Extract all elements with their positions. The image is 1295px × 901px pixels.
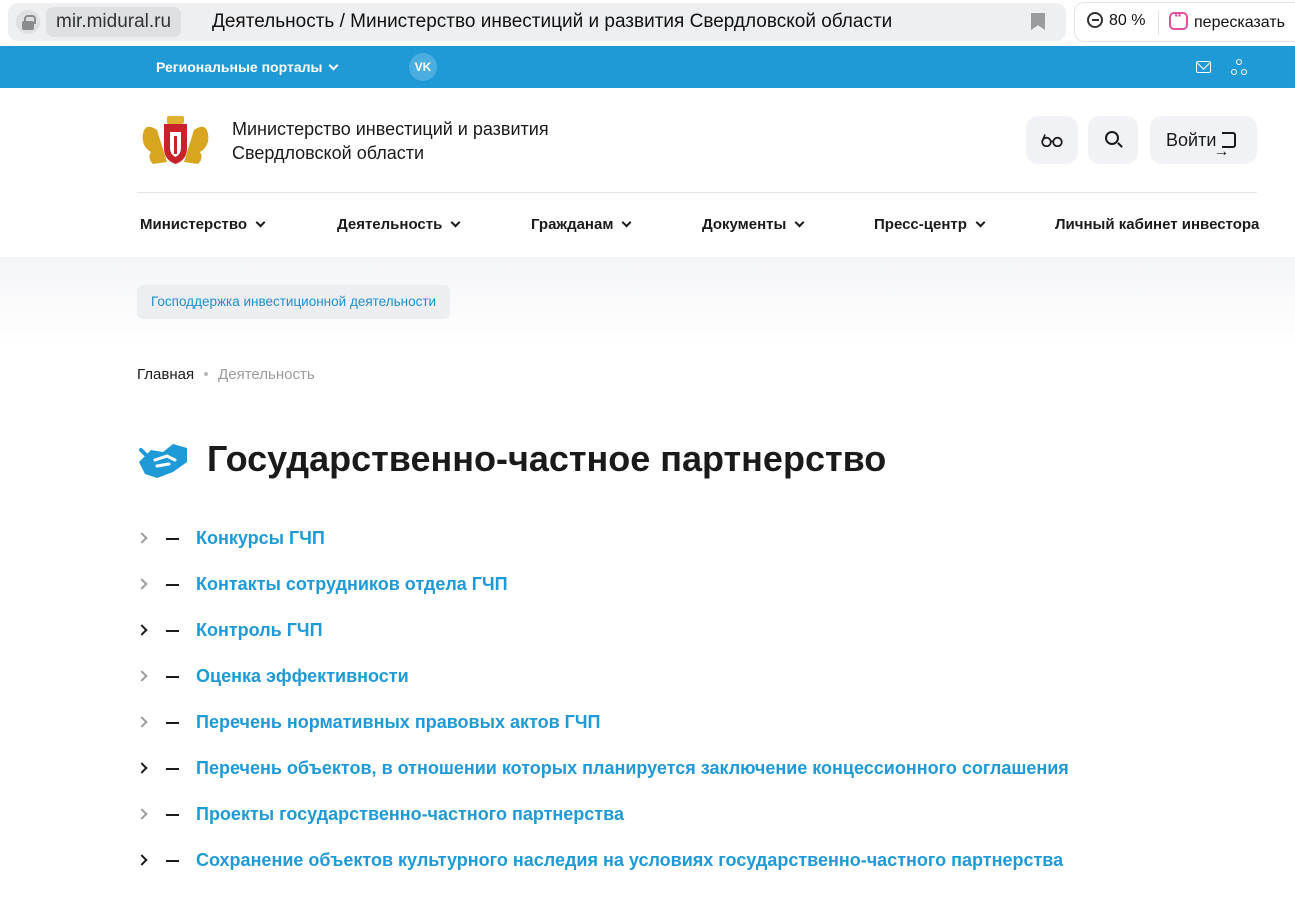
dash (166, 860, 179, 862)
coat-of-arms-logo[interactable] (137, 112, 214, 168)
page-title: Государственно-частное партнерство (207, 438, 887, 479)
list-item-link[interactable]: Перечень нормативных правовых актов ГЧП (196, 712, 600, 733)
chevron-down-icon (329, 60, 339, 71)
nav-activity[interactable]: Деятельность (337, 216, 461, 233)
browser-toolbar: mir.midural.ru Деятельность / Министерст… (0, 0, 1295, 46)
breadcrumb-separator (204, 372, 209, 376)
retell-label: пересказать (1194, 14, 1285, 31)
chevron-down-icon (450, 217, 461, 228)
page-title-in-address-bar[interactable]: Деятельность / Министерство инвестиций и… (212, 3, 892, 41)
chevron-right-icon[interactable] (136, 578, 148, 590)
list-item-link[interactable]: Контакты сотрудников отдела ГЧП (196, 574, 508, 595)
breadcrumb-home[interactable]: Главная (137, 366, 194, 383)
sitemap-icon[interactable] (1231, 59, 1247, 75)
dash (166, 538, 179, 540)
chevron-down-icon (621, 217, 632, 228)
nav-citizens-label: Гражданам (531, 216, 614, 233)
search-button[interactable] (1088, 116, 1138, 164)
dash (166, 814, 179, 816)
list-item-link[interactable]: Перечень объектов, в отношении которых п… (196, 758, 1069, 779)
mail-icon[interactable] (1196, 61, 1211, 73)
login-label: Войти (1166, 130, 1217, 150)
chevron-right-icon[interactable] (136, 762, 148, 774)
dash (166, 630, 179, 632)
tag-state-support[interactable]: Господдержка инвестиционной деятельности (137, 285, 451, 319)
top-bar: Региональные порталы VK (0, 46, 1295, 88)
separator (1158, 11, 1159, 35)
breadcrumb: Главная Деятельность (137, 366, 315, 383)
address-bar[interactable]: mir.midural.ru Деятельность / Министерст… (8, 3, 1066, 41)
url-domain[interactable]: mir.midural.ru (46, 7, 182, 37)
nav-press-center[interactable]: Пресс-центр (874, 216, 986, 233)
bookmark-icon[interactable] (1031, 13, 1045, 30)
nav-ministry-label: Министерство (140, 216, 248, 233)
quote-icon (1169, 10, 1188, 30)
vk-icon[interactable]: VK (409, 53, 437, 81)
dash (166, 676, 179, 678)
list-item-link[interactable]: Проекты государственно-частного партнерс… (196, 804, 624, 825)
dash (166, 722, 179, 724)
list-item-link[interactable]: Конкурсы ГЧП (196, 528, 325, 549)
chevron-down-icon (255, 217, 266, 228)
list-item-link[interactable]: Сохранение объектов культурного наследия… (196, 850, 1063, 871)
chevron-right-icon[interactable] (136, 808, 148, 820)
retell-button[interactable]: пересказать (1169, 10, 1285, 32)
list-item-link[interactable]: Контроль ГЧП (196, 620, 323, 641)
chevron-right-icon[interactable] (136, 854, 148, 866)
login-icon (1213, 128, 1237, 176)
chevron-right-icon[interactable] (136, 532, 148, 544)
dash (166, 584, 179, 586)
nav-ministry[interactable]: Министерство (140, 216, 266, 233)
login-button[interactable]: Войти (1150, 116, 1257, 176)
nav-citizens[interactable]: Гражданам (531, 216, 632, 233)
handshake-icon (137, 438, 189, 480)
header-divider (137, 192, 1257, 193)
regional-portals-dropdown[interactable]: Региональные порталы (156, 59, 339, 75)
chevron-right-icon[interactable] (136, 716, 148, 728)
zoom-indicator[interactable]: 80 % (1087, 12, 1145, 30)
nav-activity-label: Деятельность (337, 216, 443, 233)
nav-documents-label: Документы (702, 216, 787, 233)
regional-portals-label: Региональные порталы (156, 59, 323, 75)
chevron-down-icon (794, 217, 805, 228)
dash (166, 768, 179, 770)
accessibility-button[interactable] (1026, 116, 1078, 164)
list-item-link[interactable]: Оценка эффективности (196, 666, 409, 687)
chevron-right-icon[interactable] (136, 624, 148, 636)
search-icon (1105, 131, 1119, 145)
nav-press-center-label: Пресс-центр (874, 216, 967, 233)
organization-name-line2: Свердловской области (232, 143, 425, 163)
organization-name-line1: Министерство инвестиций и развития (232, 119, 549, 139)
nav-documents[interactable]: Документы (702, 216, 805, 233)
chevron-down-icon (975, 217, 986, 228)
breadcrumb-current: Деятельность (218, 366, 315, 383)
organization-name[interactable]: Министерство инвестиций и развития Сверд… (232, 117, 549, 165)
nav-investor-cabinet[interactable]: Личный кабинет инвестора (1055, 216, 1259, 233)
browser-actions: 80 % пересказать (1074, 2, 1295, 42)
lock-icon[interactable] (16, 10, 40, 34)
glasses-icon (1041, 134, 1063, 147)
zoom-level: 80 % (1109, 12, 1146, 29)
chevron-right-icon[interactable] (136, 670, 148, 682)
zoom-icon (1087, 12, 1103, 28)
